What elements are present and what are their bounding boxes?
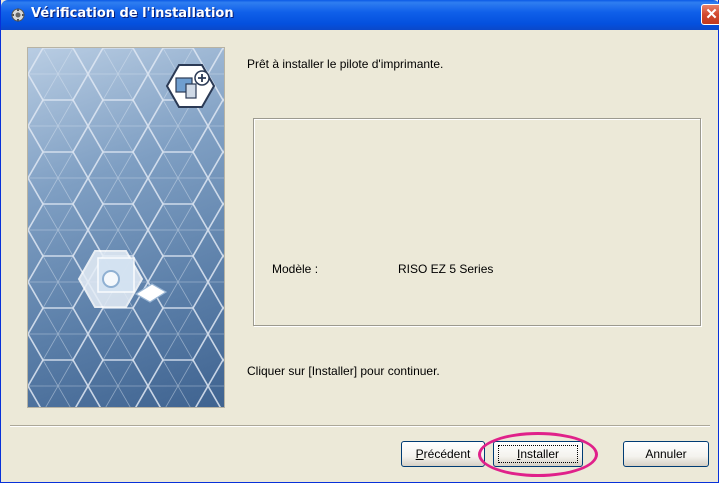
title-bar[interactable]: Vérification de l'installation ✕ — [1, 0, 719, 30]
continue-instruction: Cliquer sur [Installer] pour continuer. — [247, 364, 440, 378]
installer-dialog: Vérification de l'installation ✕ Prêt à … — [0, 0, 719, 483]
close-icon: ✕ — [705, 6, 718, 23]
install-button-label: nstaller — [520, 447, 560, 461]
close-button[interactable]: ✕ — [701, 4, 719, 25]
ready-message: Prêt à installer le pilote d'imprimante. — [247, 57, 444, 71]
previous-button-accel: P — [415, 447, 424, 461]
model-label: Modèle : — [272, 262, 319, 276]
cancel-button-label: Annuler — [645, 447, 687, 461]
installer-icon — [10, 7, 26, 23]
cancel-button[interactable]: Annuler — [623, 441, 709, 467]
side-artwork — [27, 47, 225, 408]
previous-button[interactable]: Précédent — [401, 441, 485, 467]
driver-info-panel — [253, 118, 701, 326]
install-button[interactable]: Installer — [493, 441, 583, 467]
previous-button-label: récédent — [423, 447, 471, 461]
model-value: RISO EZ 5 Series — [398, 262, 494, 276]
window-title: Vérification de l'installation — [31, 6, 234, 21]
button-separator — [10, 425, 710, 427]
